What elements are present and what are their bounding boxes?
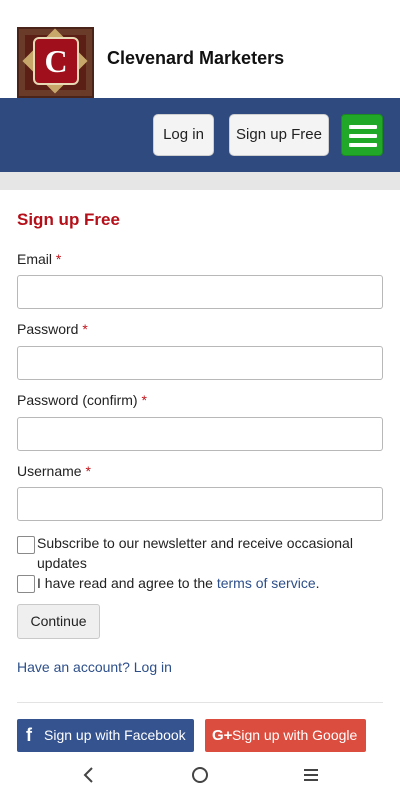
page-title: Sign up Free xyxy=(17,210,120,229)
signup-button[interactable]: Sign up Free xyxy=(229,114,329,156)
continue-button[interactable]: Continue xyxy=(17,604,100,639)
password-label-text: Password xyxy=(17,321,79,337)
terms-prefix: I have read and agree to the xyxy=(37,575,217,591)
terms-row: I have read and agree to the terms of se… xyxy=(17,573,383,595)
facebook-icon: f xyxy=(26,725,32,745)
terms-checkbox[interactable] xyxy=(17,575,35,593)
password-label: Password * xyxy=(17,321,88,337)
required-mark: * xyxy=(141,392,147,408)
required-mark: * xyxy=(55,251,62,267)
hamburger-icon[interactable] xyxy=(341,114,383,156)
facebook-signup-label: Sign up with Facebook xyxy=(44,727,186,743)
system-nav-bar xyxy=(0,752,400,800)
required-mark: * xyxy=(82,321,88,337)
google-signup-label: Sign up with Google xyxy=(232,727,358,743)
password-field[interactable] xyxy=(17,346,383,380)
recent-apps-icon[interactable] xyxy=(302,766,320,784)
google-plus-icon: G+ xyxy=(212,727,233,744)
required-mark: * xyxy=(85,463,91,479)
email-field[interactable] xyxy=(17,275,383,309)
home-icon[interactable] xyxy=(191,766,209,784)
login-button[interactable]: Log in xyxy=(153,114,214,156)
terms-label: I have read and agree to the terms of se… xyxy=(37,573,320,593)
top-navbar: Log in Sign up Free xyxy=(0,98,400,172)
newsletter-checkbox[interactable] xyxy=(17,536,35,554)
logo-icon[interactable]: C xyxy=(17,27,94,98)
newsletter-label: Subscribe to our newsletter and receive … xyxy=(37,535,353,571)
password-confirm-label: Password (confirm) * xyxy=(17,392,147,408)
logo-letter: C xyxy=(33,37,79,85)
email-label: Email * xyxy=(17,251,61,267)
hamburger-bar xyxy=(349,134,377,138)
facebook-signup-button[interactable]: f Sign up with Facebook xyxy=(17,719,194,752)
hamburger-bar xyxy=(349,143,377,147)
password-confirm-label-text: Password (confirm) xyxy=(17,392,138,408)
hamburger-bar xyxy=(349,125,377,129)
brand-name[interactable]: Clevenard Marketers xyxy=(107,48,284,69)
password-confirm-field[interactable] xyxy=(17,417,383,451)
back-icon[interactable] xyxy=(80,766,98,784)
divider xyxy=(17,702,383,703)
username-field[interactable] xyxy=(17,487,383,521)
email-label-text: Email xyxy=(17,251,53,267)
have-account-login-link[interactable]: Have an account? Log in xyxy=(17,659,172,675)
newsletter-row: Subscribe to our newsletter and receive … xyxy=(17,533,383,573)
terms-link[interactable]: terms of service xyxy=(217,575,316,591)
terms-suffix: . xyxy=(315,575,320,591)
username-label-text: Username xyxy=(17,463,82,479)
site-header: C Clevenard Marketers xyxy=(0,0,400,98)
google-signup-button[interactable]: G+ Sign up with Google xyxy=(205,719,366,752)
header-divider xyxy=(0,172,400,190)
username-label: Username * xyxy=(17,463,91,479)
